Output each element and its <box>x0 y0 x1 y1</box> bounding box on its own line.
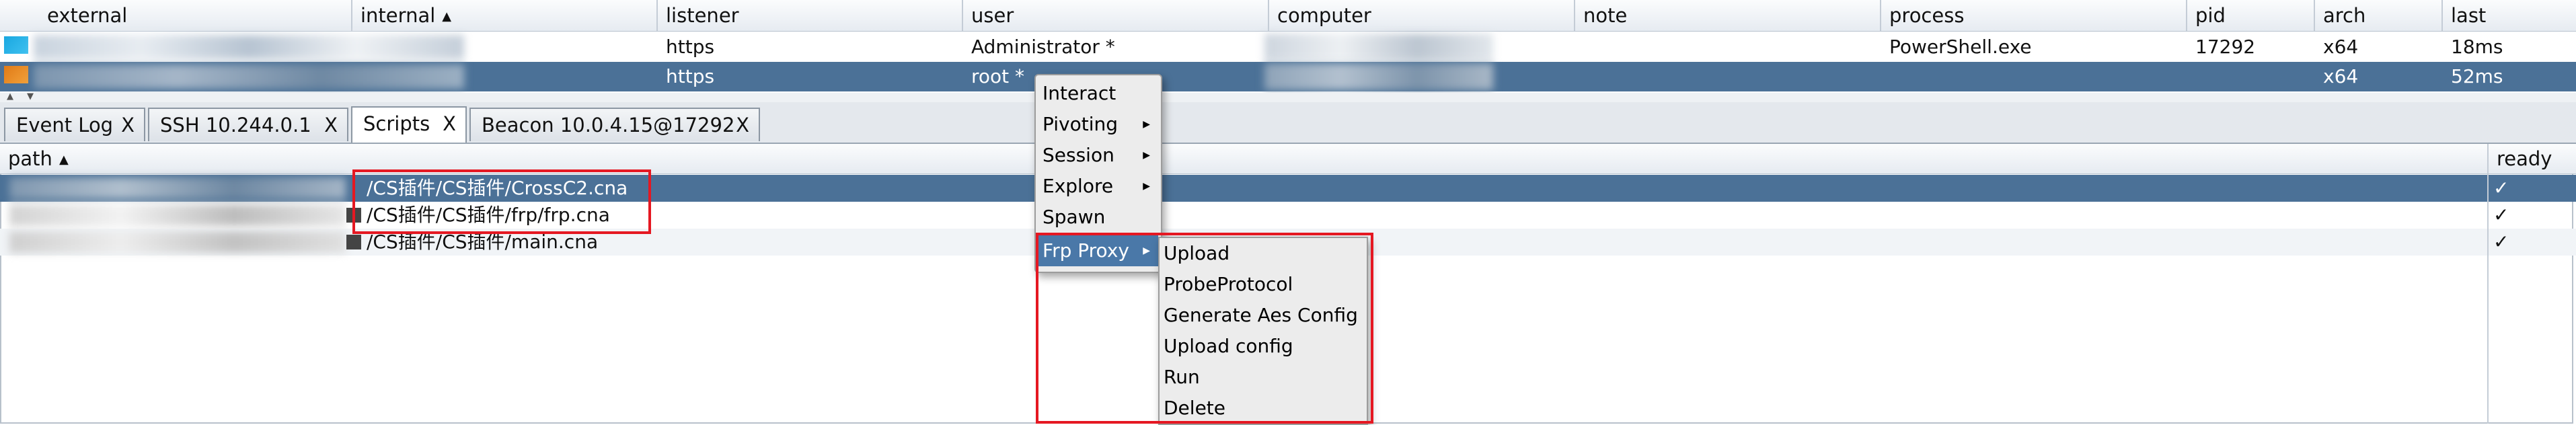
submenu-arrow-icon: ▶ <box>1143 150 1150 161</box>
annotation-box <box>352 169 651 234</box>
redacted-computer <box>1264 34 1493 61</box>
session-listener: https <box>666 65 715 87</box>
linux-session-icon <box>4 66 28 83</box>
col-last[interactable]: last <box>2443 0 2576 31</box>
sessions-table-header: external internal ▲ listener user compute… <box>0 0 2576 32</box>
menu-item-session[interactable]: Session ▶ <box>1036 140 1158 171</box>
session-process: PowerShell.exe <box>1889 36 2032 58</box>
session-row[interactable]: https Administrator * PowerShell.exe 172… <box>0 32 2576 62</box>
redacted-address <box>34 35 464 59</box>
sort-ascending-icon: ▲ <box>59 153 69 167</box>
col-process[interactable]: process <box>1881 0 2187 31</box>
col-arch[interactable]: arch <box>2315 0 2443 31</box>
menu-item-interact[interactable]: Interact <box>1036 78 1158 109</box>
redacted-path-prefix <box>9 231 346 253</box>
menu-item-spawn[interactable]: Spawn <box>1036 202 1158 233</box>
session-last: 18ms <box>2451 36 2503 58</box>
col-pid[interactable]: pid <box>2187 0 2315 31</box>
close-icon[interactable]: X <box>443 108 456 140</box>
annotation-box <box>1036 233 1373 424</box>
col-external[interactable]: external <box>39 0 352 31</box>
ready-check: ✓ <box>2493 231 2509 253</box>
session-listener: https <box>666 36 715 58</box>
windows-session-icon <box>4 36 28 54</box>
close-icon[interactable]: X <box>736 109 749 141</box>
tab-bar: Event Log X SSH 10.244.0.1 X Scripts X Beac… <box>0 102 2576 144</box>
redacted-path-prefix <box>9 204 346 226</box>
menu-item-pivoting[interactable]: Pivoting ▶ <box>1036 109 1158 140</box>
tab-beacon[interactable]: Beacon 10.0.4.15@17292 X <box>469 108 760 141</box>
collapse-down-icon[interactable]: ▼ <box>27 91 34 102</box>
sort-ascending-icon: ▲ <box>442 9 452 24</box>
tab-ssh[interactable]: SSH 10.244.0.1 X <box>148 108 348 141</box>
column-separator <box>2487 144 2489 424</box>
submenu-arrow-icon: ▶ <box>1143 119 1150 130</box>
session-arch: x64 <box>2323 36 2359 58</box>
close-icon[interactable]: X <box>121 109 135 141</box>
col-note[interactable]: note <box>1575 0 1881 31</box>
redacted-address <box>34 65 464 89</box>
session-user: Administrator * <box>971 36 1115 58</box>
redacted-path-prefix <box>9 178 346 199</box>
close-icon[interactable]: X <box>324 109 338 141</box>
menu-item-explore[interactable]: Explore ▶ <box>1036 171 1158 202</box>
collapse-up-icon[interactable]: ▲ <box>7 91 13 102</box>
pixel-block <box>346 235 361 249</box>
session-row-selected[interactable]: https root * x64 52ms <box>0 62 2576 91</box>
redacted-computer <box>1264 63 1493 90</box>
ready-check: ✓ <box>2493 177 2509 199</box>
col-computer[interactable]: computer <box>1269 0 1575 31</box>
col-listener[interactable]: listener <box>658 0 963 31</box>
tab-scripts[interactable]: Scripts X <box>351 106 467 143</box>
submenu-arrow-icon: ▶ <box>1143 181 1150 192</box>
pane-splitter[interactable]: ▲ ▼ <box>0 91 2576 102</box>
col-internal[interactable]: internal ▲ <box>352 0 658 31</box>
session-last: 52ms <box>2451 65 2503 87</box>
session-user: root * <box>971 65 1025 87</box>
col-user[interactable]: user <box>963 0 1269 31</box>
session-arch: x64 <box>2323 65 2359 87</box>
ready-check: ✓ <box>2493 204 2509 226</box>
tab-event-log[interactable]: Event Log X <box>4 108 145 141</box>
session-pid: 17292 <box>2195 36 2256 58</box>
col-ready[interactable]: ready <box>2489 144 2576 173</box>
